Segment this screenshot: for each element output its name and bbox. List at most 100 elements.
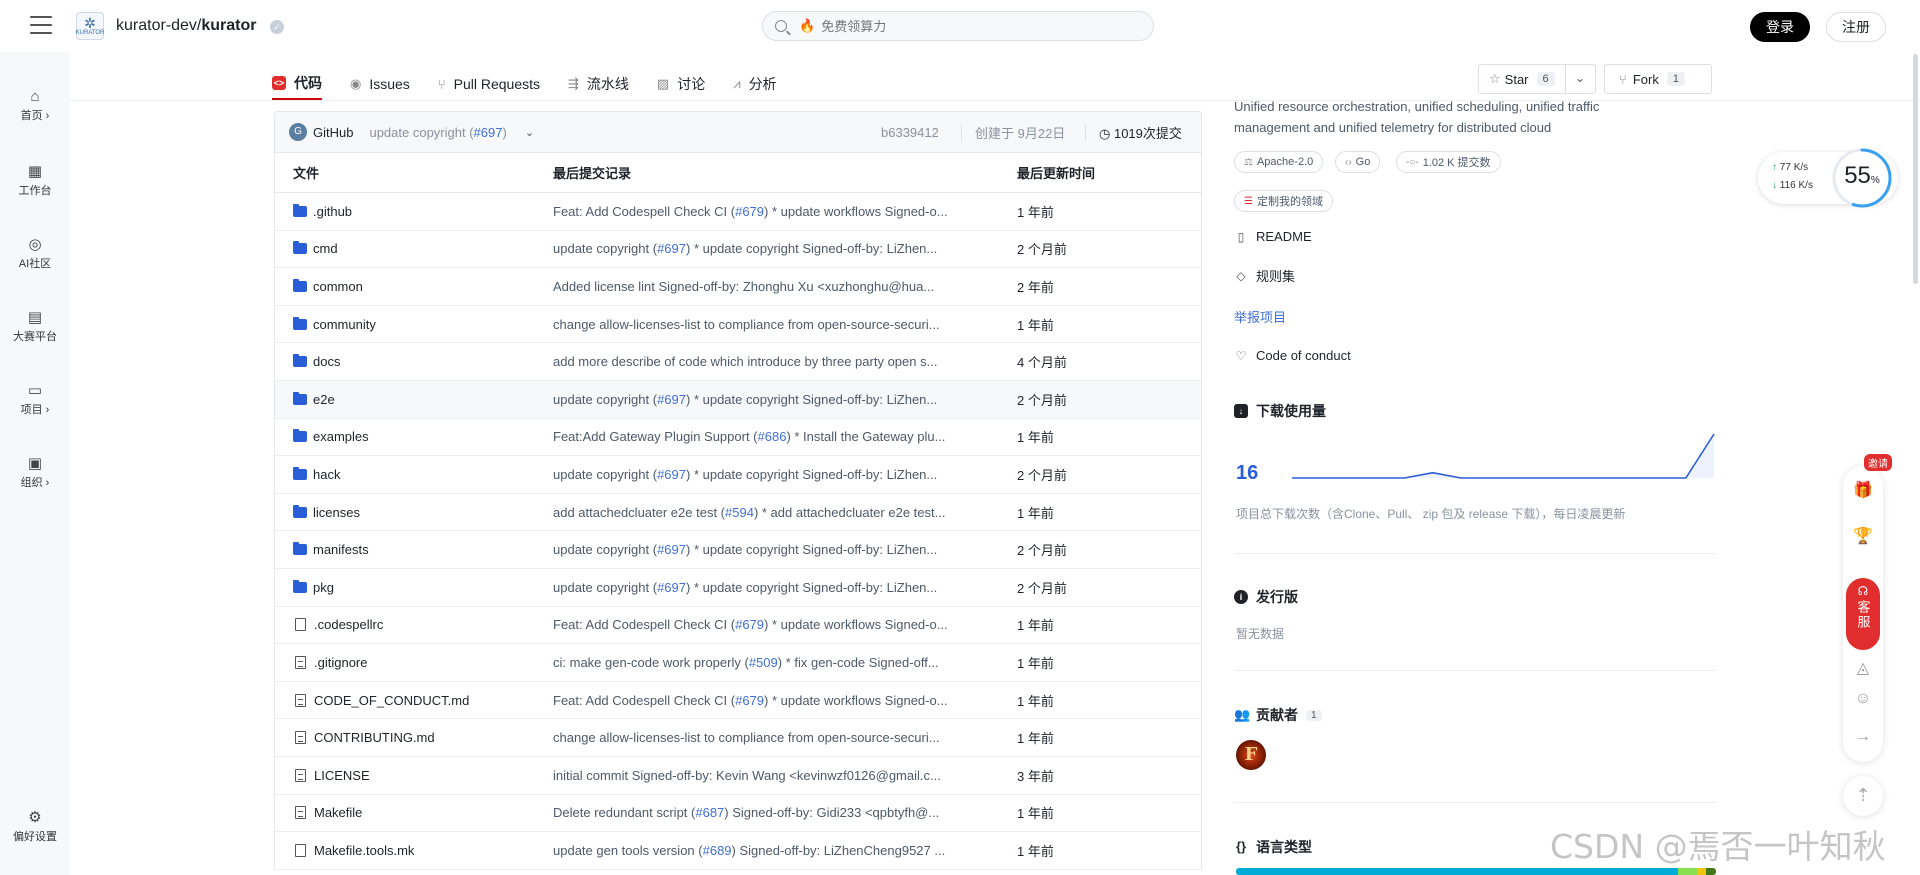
file-name[interactable]: cmd: [313, 241, 338, 256]
sidebar-item-competition[interactable]: ▤ 大赛平台: [0, 308, 70, 344]
back-to-top-button[interactable]: ⇡: [1843, 776, 1883, 816]
pr-link[interactable]: #697: [657, 241, 686, 256]
commit-cell[interactable]: update copyright (#697) * update copyrig…: [553, 580, 1017, 595]
file-name[interactable]: docs: [313, 354, 340, 369]
register-button[interactable]: 注册: [1826, 12, 1886, 42]
pr-link[interactable]: #697: [657, 467, 686, 482]
code-of-conduct-link[interactable]: ♡ Code of conduct: [1234, 348, 1351, 363]
tab-code[interactable]: <> 代码: [272, 64, 322, 100]
commit-cell[interactable]: initial commit Signed-off-by: Kevin Wang…: [553, 768, 1017, 783]
table-row[interactable]: pkg update copyright (#697) * update copy…: [275, 569, 1201, 607]
commit-cell[interactable]: change allow-licenses-list to compliance…: [553, 730, 1017, 745]
table-row[interactable]: .gitignore ci: make gen-code work properl…: [275, 644, 1201, 682]
commit-cell[interactable]: update gen tools version (#689) Signed-o…: [553, 843, 1017, 858]
commit-cell[interactable]: update copyright (#697) * update copyrig…: [553, 392, 1017, 407]
table-row[interactable]: .github Feat: Add Codespell Check CI (#67…: [275, 193, 1201, 231]
file-name[interactable]: .gitignore: [314, 655, 367, 670]
pr-link[interactable]: #697: [657, 542, 686, 557]
sidebar-item-home[interactable]: ⌂ 首页 ›: [0, 88, 70, 123]
repo-path[interactable]: kurator-dev/kurator: [116, 17, 257, 35]
commit-cell[interactable]: Feat: Add Codespell Check CI (#679) * up…: [553, 693, 1017, 708]
commits-pill[interactable]: -○- 1.02 K 提交数: [1396, 151, 1501, 173]
commit-cell[interactable]: Delete redundant script (#687) Signed-of…: [553, 805, 1017, 820]
commit-cell[interactable]: Feat: Add Codespell Check CI (#679) * up…: [553, 204, 1017, 219]
language-pill[interactable]: ‹› Go: [1335, 151, 1381, 173]
login-button[interactable]: 登录: [1750, 12, 1810, 42]
sidebar-item-projects[interactable]: ▭ 项目 ›: [0, 381, 70, 417]
file-name[interactable]: CONTRIBUTING.md: [314, 730, 435, 745]
commit-sha[interactable]: b6339412: [881, 125, 939, 140]
sidebar-item-ai[interactable]: ◎ AI社区: [0, 235, 70, 271]
table-row[interactable]: Makefile.tools.mk update gen tools versio…: [275, 832, 1201, 870]
trophy-icon[interactable]: 🏆: [1843, 526, 1883, 546]
repo-owner[interactable]: kurator-dev/: [116, 17, 201, 34]
file-name[interactable]: examples: [313, 429, 369, 444]
file-name[interactable]: LICENSE: [314, 768, 370, 783]
file-name[interactable]: Makefile: [314, 805, 362, 820]
commit-cell[interactable]: ci: make gen-code work properly (#509) *…: [553, 655, 1017, 670]
file-name[interactable]: .codespellrc: [314, 617, 383, 632]
smile-icon[interactable]: ☺: [1843, 690, 1883, 708]
file-name[interactable]: e2e: [313, 392, 335, 407]
table-row[interactable]: hack update copyright (#697) * update cop…: [275, 456, 1201, 494]
pr-link[interactable]: #689: [703, 843, 732, 858]
file-name[interactable]: hack: [313, 467, 340, 482]
file-name[interactable]: common: [313, 279, 363, 294]
menu-icon[interactable]: [30, 16, 52, 34]
file-name[interactable]: .github: [313, 204, 352, 219]
file-name[interactable]: manifests: [313, 542, 369, 557]
contributor-avatar[interactable]: F: [1236, 740, 1266, 770]
pr-link[interactable]: #697: [474, 125, 503, 140]
pr-link[interactable]: #697: [657, 580, 686, 595]
table-row[interactable]: Makefile Delete redundant script (#687) S…: [275, 795, 1201, 833]
pr-link[interactable]: #679: [735, 204, 764, 219]
table-row[interactable]: community change allow-licenses-list to c…: [275, 306, 1201, 344]
pr-link[interactable]: #679: [735, 693, 764, 708]
commit-author[interactable]: GitHub: [313, 125, 353, 140]
gift-icon[interactable]: 🎁: [1843, 480, 1883, 500]
table-row[interactable]: .codespellrc Feat: Add Codespell Check CI…: [275, 607, 1201, 645]
file-name[interactable]: licenses: [313, 505, 360, 520]
file-name[interactable]: CODE_OF_CONDUCT.md: [314, 693, 469, 708]
repo-name[interactable]: kurator: [201, 17, 256, 34]
commit-cell[interactable]: update copyright (#697) * update copyrig…: [553, 241, 1017, 256]
commit-cell[interactable]: update copyright (#697) * update copyrig…: [553, 467, 1017, 482]
table-row[interactable]: LICENSE initial commit Signed-off-by: Kev…: [275, 757, 1201, 795]
pr-link[interactable]: #686: [758, 429, 787, 444]
tab-issues[interactable]: ◉ Issues: [350, 64, 410, 100]
file-name[interactable]: Makefile.tools.mk: [314, 843, 414, 858]
file-name[interactable]: pkg: [313, 580, 334, 595]
report-link[interactable]: 举报项目: [1234, 307, 1286, 326]
tab-discussion[interactable]: ▨ 讨论: [657, 64, 705, 100]
pr-link[interactable]: #594: [725, 505, 754, 520]
pr-link[interactable]: #509: [749, 655, 778, 670]
fork-button[interactable]: ⑂ Fork 1: [1604, 64, 1712, 94]
commit-count[interactable]: ◷ 1019次提交: [1099, 123, 1182, 142]
arrow-right-icon[interactable]: →: [1843, 728, 1883, 746]
tab-pull-requests[interactable]: ⑂ Pull Requests: [438, 64, 540, 100]
table-row[interactable]: docs add more describe of code which intr…: [275, 343, 1201, 381]
ruleset-link[interactable]: ◇ 规则集: [1234, 266, 1295, 285]
sidebar-item-org[interactable]: ▣ 组织 ›: [0, 454, 70, 490]
table-row[interactable]: CONTRIBUTING.md change allow-licenses-lis…: [275, 719, 1201, 757]
table-row[interactable]: manifests update copyright (#697) * updat…: [275, 531, 1201, 569]
tab-analytics[interactable]: ⩘ 分析: [733, 64, 776, 100]
commit-message[interactable]: update copyright (#697): [369, 125, 506, 140]
readme-link[interactable]: ▯ README: [1234, 229, 1312, 244]
chevron-down-icon[interactable]: ⌄: [525, 126, 534, 139]
commit-cell[interactable]: Feat: Add Codespell Check CI (#679) * up…: [553, 617, 1017, 632]
sidebar-item-workbench[interactable]: ▦ 工作台: [0, 162, 70, 198]
pr-link[interactable]: #697: [657, 392, 686, 407]
table-row[interactable]: cmd update copyright (#697) * update copy…: [275, 231, 1201, 269]
table-row[interactable]: e2e update copyright (#697) * update copy…: [275, 380, 1201, 419]
table-row[interactable]: licenses add attachedcluater e2e test (#5…: [275, 494, 1201, 532]
invite-badge[interactable]: 邀请: [1864, 454, 1892, 471]
commit-cell[interactable]: add more describe of code which introduc…: [553, 354, 1017, 369]
pr-link[interactable]: #687: [695, 805, 724, 820]
page-scrollbar[interactable]: [1913, 54, 1918, 284]
commit-cell[interactable]: update copyright (#697) * update copyrig…: [553, 542, 1017, 557]
commit-cell[interactable]: change allow-licenses-list to compliance…: [553, 317, 1017, 332]
sidebar-item-settings[interactable]: ⚙ 偏好设置: [0, 808, 70, 844]
search-input[interactable]: [821, 18, 1122, 34]
feedback-icon[interactable]: ◬: [1843, 658, 1883, 678]
